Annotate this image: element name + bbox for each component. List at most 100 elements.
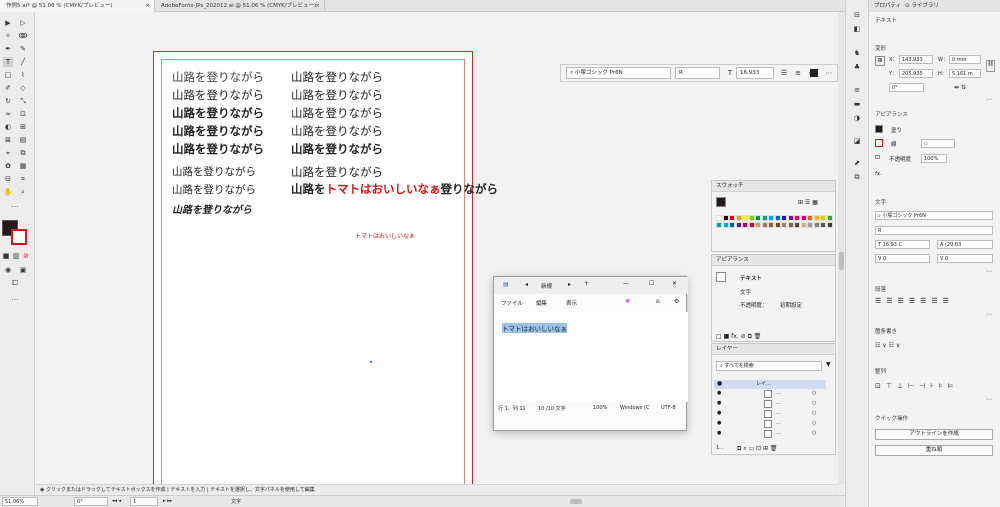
- swatch-chip[interactable]: [742, 215, 748, 221]
- kerning-field[interactable]: V 0: [875, 254, 930, 263]
- tab-forward-icon[interactable]: ▸: [568, 281, 571, 288]
- text-sample-handwritten[interactable]: 山路を登りながら: [172, 201, 252, 216]
- selected-text[interactable]: トマトはおいしいなぁ: [502, 323, 567, 333]
- swatch-chip[interactable]: [748, 215, 755, 221]
- text-sample[interactable]: 山路を登りながら: [172, 123, 264, 139]
- w-field[interactable]: 0 mm: [949, 55, 981, 64]
- font-size-field[interactable]: T 16.93 C: [875, 240, 930, 249]
- graphic-styles-icon[interactable]: ◪: [852, 136, 862, 146]
- swatch-chip[interactable]: [781, 215, 787, 221]
- page-nav-icons[interactable]: ◂◂ ◂: [112, 498, 121, 504]
- selection-tool-icon[interactable]: ▶: [3, 18, 13, 28]
- sublayer-row[interactable]: ●... ○: [714, 410, 826, 419]
- sublayer-row[interactable]: ●... ○: [714, 430, 826, 439]
- text-sample[interactable]: 山路を登りながら: [172, 141, 264, 157]
- swatch-chip[interactable]: [813, 215, 820, 221]
- shape-builder-icon[interactable]: ◐: [3, 122, 13, 132]
- swatch-chip[interactable]: [774, 222, 781, 228]
- symbol-sprayer-icon[interactable]: ✿: [3, 161, 13, 171]
- swatch-chip[interactable]: [807, 222, 813, 228]
- magic-wand-icon[interactable]: ✧: [3, 31, 13, 41]
- opacity-value[interactable]: 初期設定: [780, 301, 802, 309]
- document-tab-2[interactable]: AdobeFonts-JPs_202012.ai @ 51.06 % (CMYK…: [155, 0, 325, 12]
- tracking-field[interactable]: V 0: [937, 254, 993, 263]
- menu-edit[interactable]: 編集: [536, 299, 547, 307]
- font-style-select[interactable]: R: [675, 67, 720, 79]
- opacity-field[interactable]: 100%: [921, 154, 947, 163]
- font-style-field[interactable]: R: [875, 226, 993, 235]
- swatch-chip[interactable]: [794, 215, 800, 221]
- menu-file[interactable]: ファイル: [501, 299, 523, 307]
- gradient-icon[interactable]: ▬: [852, 99, 862, 109]
- swatch-chip[interactable]: [729, 215, 735, 221]
- fill-swatch[interactable]: [875, 125, 883, 133]
- text-sample[interactable]: 山路を登りながら: [172, 87, 264, 103]
- swatch-chip[interactable]: [807, 215, 813, 221]
- page-nav-forward-icons[interactable]: ▸ ▸▸: [163, 498, 172, 504]
- brushes-icon[interactable]: ♣: [852, 62, 862, 72]
- sublayer-row[interactable]: ●... ○: [714, 400, 826, 409]
- document-tab-1[interactable]: 作例5.ai* @ 51.06 % (CMYK/プレビュー) ×: [0, 0, 155, 12]
- swatch-chip[interactable]: [716, 215, 722, 221]
- tab-libraries[interactable]: ⊙ ライブラリ: [905, 0, 939, 12]
- text-sample[interactable]: 山路を登りながら: [291, 105, 383, 121]
- rotation-field[interactable]: 0°: [74, 497, 108, 506]
- swatch-chip[interactable]: [735, 215, 742, 221]
- perspective-grid-icon[interactable]: ⊞: [18, 122, 28, 132]
- rectangle-tool-icon[interactable]: □: [3, 70, 13, 80]
- swatch-chip[interactable]: [813, 222, 820, 228]
- scroll-thumb[interactable]: [839, 252, 844, 270]
- font-size-field[interactable]: 16.933: [736, 67, 774, 79]
- align-center-icon[interactable]: ≡: [793, 68, 803, 78]
- stroke-icon[interactable]: ≡: [852, 85, 862, 95]
- text-editor[interactable]: トマトはおいしいなぁ: [494, 312, 688, 402]
- stroke-weight-field[interactable]: ◇: [921, 139, 955, 148]
- swatch-chip[interactable]: [722, 222, 729, 228]
- font-family-select[interactable]: ⌕ 小塚ゴシック Pr6N: [566, 67, 671, 79]
- arrange-button[interactable]: 重ね順: [875, 445, 993, 456]
- bullet-icons[interactable]: ☷ ∨ ☷ ∨: [875, 342, 900, 349]
- lasso-icon[interactable]: ↂ: [18, 31, 28, 41]
- swatch-chip[interactable]: [794, 222, 800, 228]
- eyedropper-icon[interactable]: ⌖: [3, 148, 13, 158]
- properties-icon[interactable]: ⊟: [852, 10, 862, 20]
- layer-row[interactable]: ● レイ...: [714, 380, 826, 389]
- font-family-field[interactable]: ⌕ 小塚ゴシック Pr6N: [875, 211, 993, 220]
- swatch-chip[interactable]: [755, 222, 761, 228]
- direct-selection-tool-icon[interactable]: ▷: [18, 18, 28, 28]
- more-options-icon[interactable]: ⋯: [824, 68, 834, 78]
- zoom-field[interactable]: 51.06%: [2, 497, 38, 506]
- none-mode-icon[interactable]: ⊘: [21, 251, 31, 261]
- tab-back-icon[interactable]: ◂: [525, 281, 528, 288]
- y-field[interactable]: 205.935: [899, 69, 933, 78]
- create-outlines-button[interactable]: アウトラインを作成: [875, 429, 993, 440]
- align-icons[interactable]: ⊡⊤⊥⊢⊣⊦⊧⊨: [875, 382, 959, 390]
- minimize-icon[interactable]: —: [623, 280, 629, 287]
- text-sample[interactable]: 山路を登りながら: [291, 123, 383, 139]
- swatch-chip[interactable]: [774, 215, 781, 221]
- constrain-link-icon[interactable]: ⛓: [986, 60, 995, 72]
- curvature-tool-icon[interactable]: ✎: [18, 44, 28, 54]
- filter-icon[interactable]: ▼: [826, 361, 831, 368]
- eraser-tool-icon[interactable]: ◇: [18, 83, 28, 93]
- swatch-chip[interactable]: [787, 215, 794, 221]
- swatch-view-icons[interactable]: ⊞ ☰ ▦: [798, 199, 818, 206]
- graph-tool-icon[interactable]: ▦: [18, 161, 28, 171]
- leading-field[interactable]: A (29.63: [937, 240, 993, 249]
- text-sample[interactable]: 山路を登りながら: [172, 164, 256, 179]
- close-icon[interactable]: ×: [315, 0, 320, 12]
- account-icon[interactable]: ⍝: [656, 298, 660, 306]
- page-field[interactable]: 1: [130, 497, 158, 506]
- new-tab-icon[interactable]: +: [584, 280, 589, 287]
- pen-tool-icon[interactable]: ✒: [3, 44, 13, 54]
- artboard-tool-icon[interactable]: ⊟: [3, 174, 13, 184]
- panel-footer-icons[interactable]: □ ■ fx. ⊘ ⧉ 🗑: [716, 333, 761, 341]
- swatch-chip[interactable]: [735, 222, 742, 228]
- swatch-chip[interactable]: [781, 222, 787, 228]
- export-icon[interactable]: ⬈: [852, 158, 862, 168]
- stroke-swatch[interactable]: [875, 139, 883, 147]
- sublayer-row[interactable]: ●... ○: [714, 420, 826, 429]
- brush-tool-icon[interactable]: ⌇: [18, 70, 28, 80]
- gradient-mode-icon[interactable]: ▥: [11, 251, 21, 261]
- mesh-tool-icon[interactable]: ⊠: [3, 135, 13, 145]
